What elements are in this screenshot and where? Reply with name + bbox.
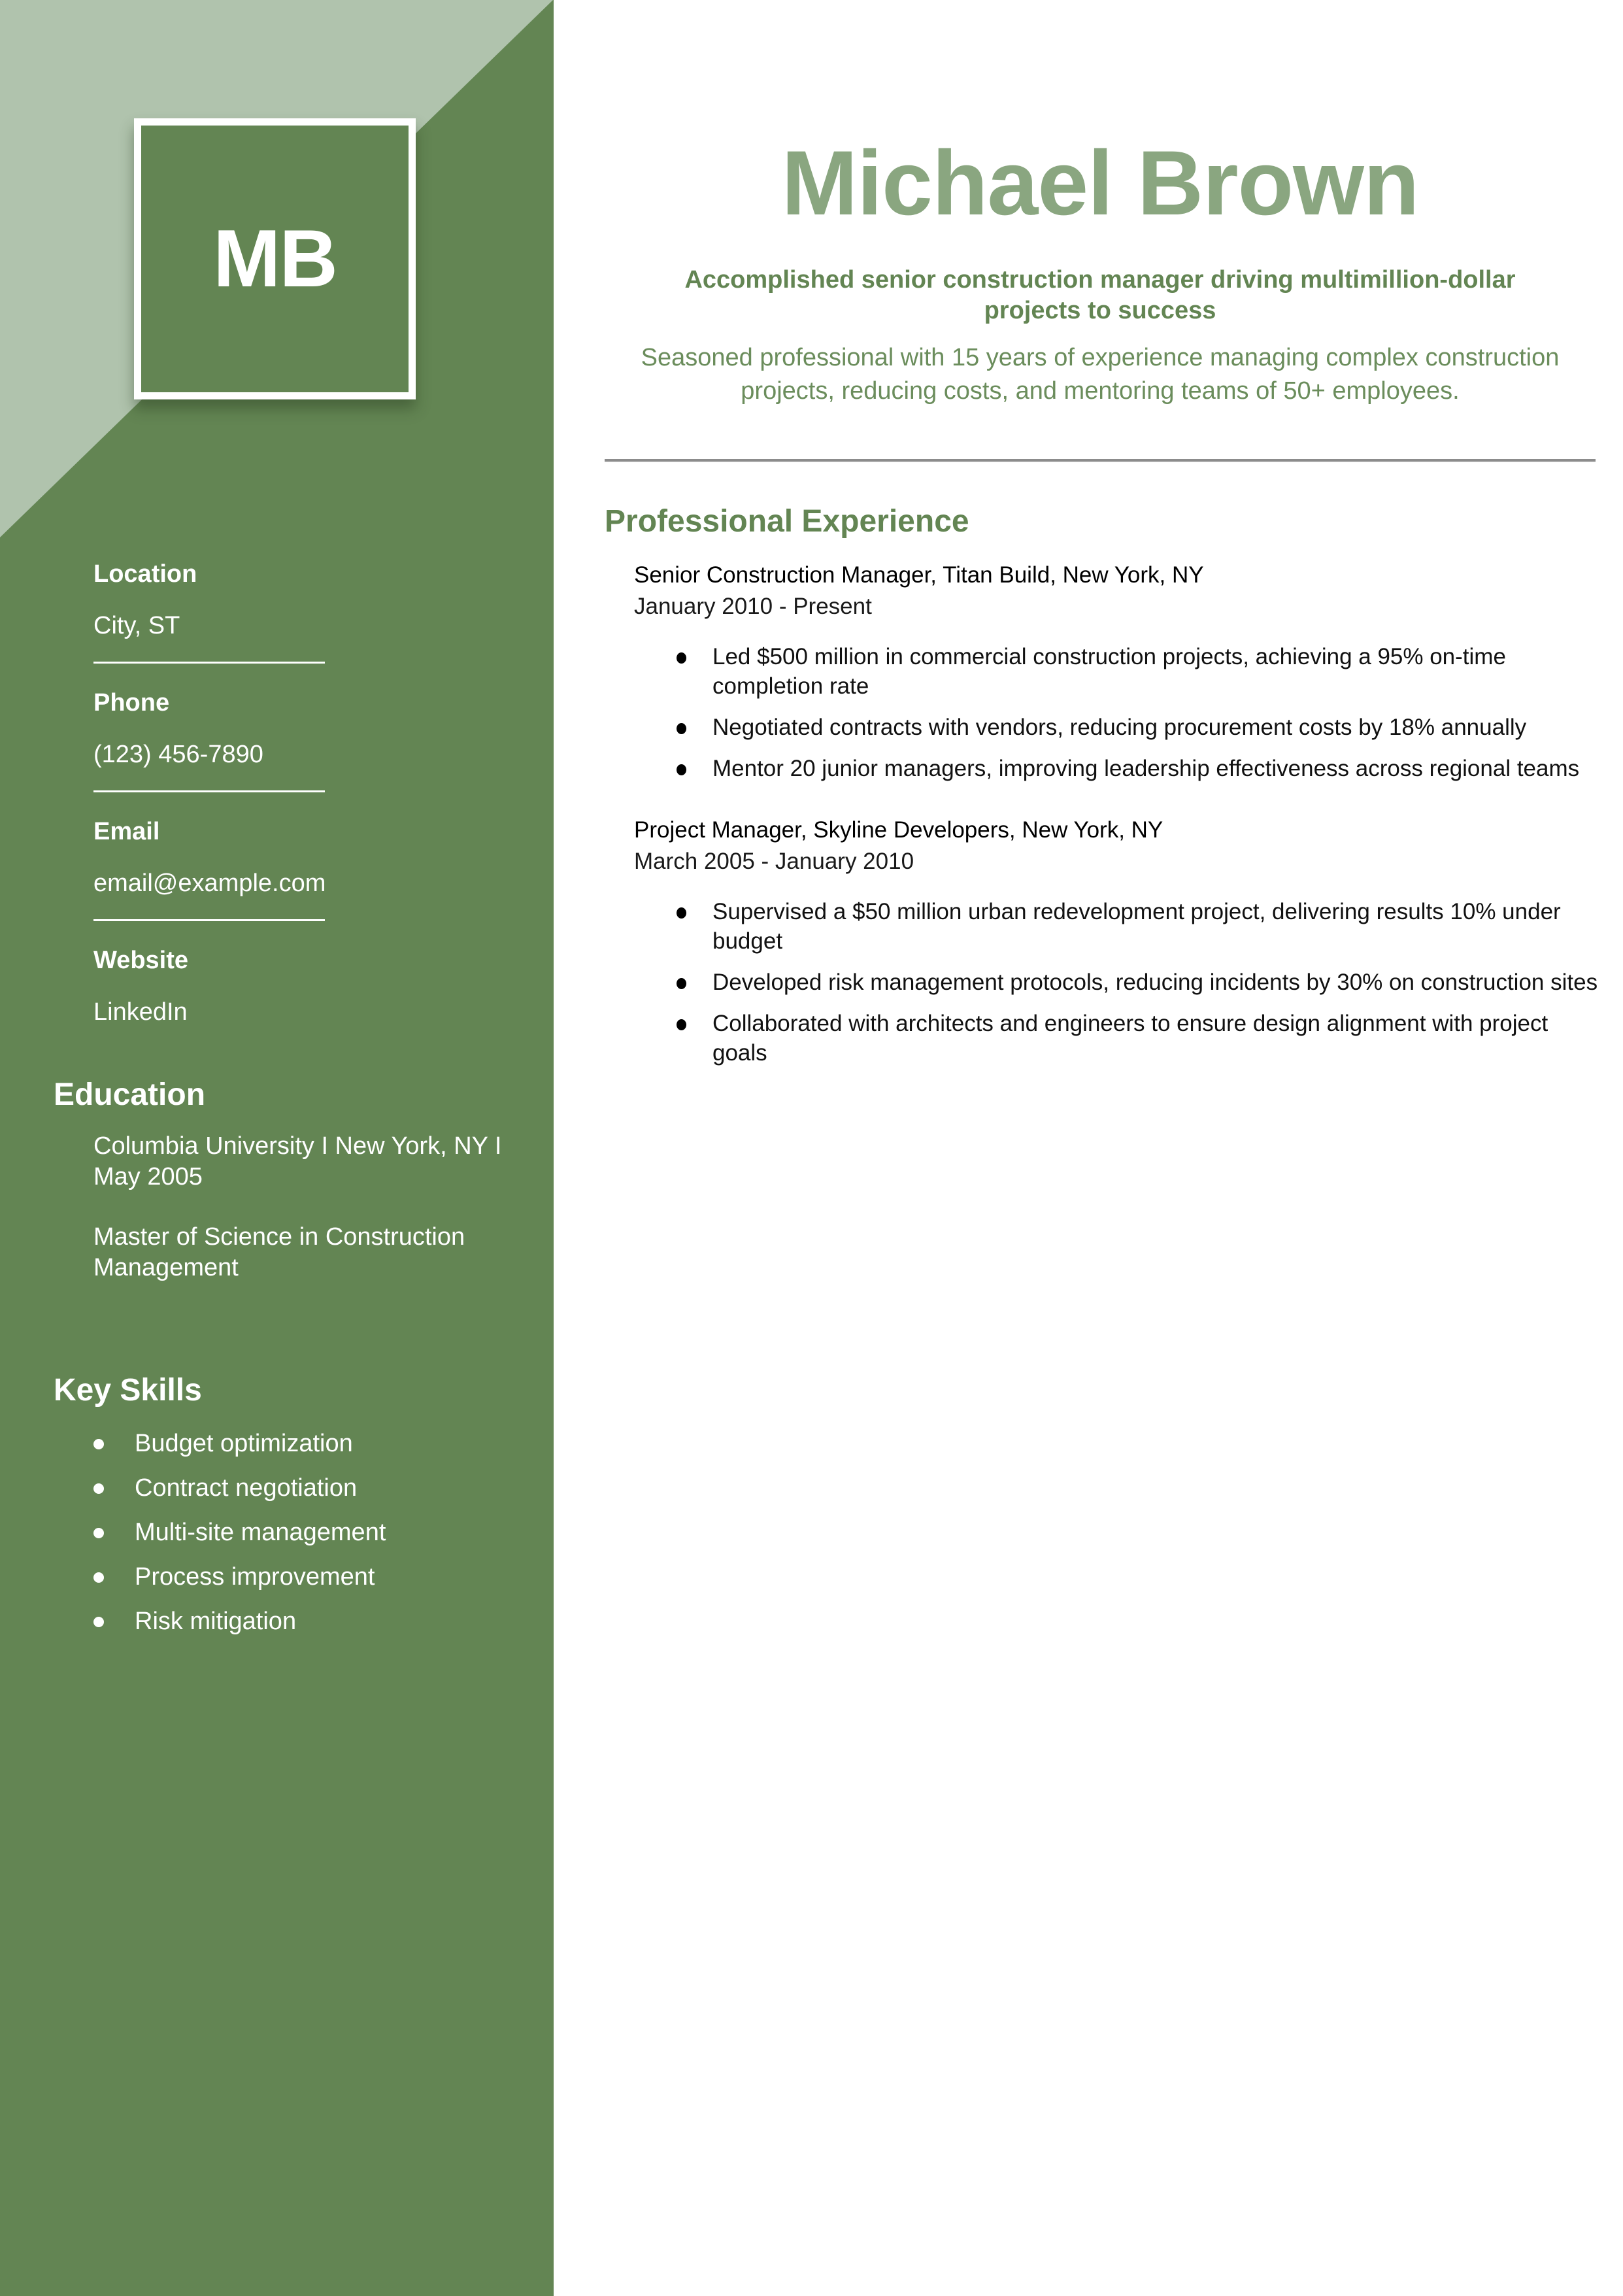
- contact-value: LinkedIn: [93, 998, 188, 1026]
- bullet-icon: [677, 1019, 686, 1030]
- contact-label: Email: [93, 818, 160, 845]
- bullet-icon: [93, 1439, 104, 1449]
- skill-item: Contract negotiation: [93, 1470, 386, 1514]
- skill-label: Risk mitigation: [135, 1608, 297, 1635]
- profile-summary: Seasoned professional with 15 years of e…: [641, 344, 1560, 405]
- skills-heading: Key Skills: [54, 1373, 202, 1408]
- education-heading: Education: [54, 1077, 206, 1112]
- bullet-icon: [93, 1572, 104, 1583]
- bullet-icon: [93, 1528, 104, 1538]
- job-bullet: Collaborated with architects and enginee…: [634, 1009, 1601, 1068]
- sidebar: MB Location City, ST Phone (123) 456-789…: [0, 0, 554, 2296]
- monogram-avatar: MB: [134, 118, 416, 399]
- contact-divider: [93, 662, 325, 664]
- bullet-icon: [677, 907, 686, 919]
- contact-label: Website: [93, 947, 189, 974]
- contact-label: Location: [93, 560, 197, 588]
- skill-item: Multi-site management: [93, 1514, 386, 1559]
- job-bullet: Developed risk management protocols, red…: [634, 968, 1601, 997]
- contact-label: Phone: [93, 689, 170, 717]
- bullet-text: Developed risk management protocols, red…: [712, 970, 1598, 995]
- contact-value: City, ST: [93, 612, 180, 639]
- bullet-text: Supervised a $50 million urban redevelop…: [712, 899, 1561, 954]
- skill-item: Budget optimization: [93, 1425, 386, 1470]
- contact-value: email@example.com: [93, 869, 326, 897]
- education-degree: Master of Science in Construction Manage…: [93, 1223, 465, 1281]
- bullet-icon: [677, 978, 686, 989]
- skill-label: Budget optimization: [135, 1430, 353, 1457]
- bullet-text: Mentor 20 junior managers, improving lea…: [712, 756, 1580, 781]
- monogram-initials: MB: [213, 214, 338, 304]
- bullet-text: Collaborated with architects and enginee…: [712, 1011, 1548, 1066]
- bullet-text: Negotiated contracts with vendors, reduc…: [712, 715, 1527, 740]
- contact-email: Email email@example.com: [93, 815, 326, 921]
- experience-section: Senior Construction Manager, Titan Build…: [634, 560, 1601, 1099]
- contact-location: Location City, ST: [93, 557, 325, 664]
- bullet-icon: [93, 1617, 104, 1627]
- job-dates: January 2010 - Present: [634, 594, 872, 619]
- bullet-icon: [677, 764, 686, 775]
- contact-divider: [93, 790, 325, 792]
- job-bullet: Led $500 million in commercial construct…: [634, 642, 1601, 701]
- contact-divider: [93, 919, 325, 921]
- bullet-text: Led $500 million in commercial construct…: [712, 644, 1506, 699]
- skill-item: Process improvement: [93, 1559, 386, 1603]
- job-bullets: Supervised a $50 million urban redevelop…: [634, 897, 1601, 1068]
- job-title: Senior Construction Manager, Titan Build…: [634, 562, 1204, 588]
- skills-list: Budget optimization Contract negotiation…: [93, 1425, 386, 1647]
- job-dates: March 2005 - January 2010: [634, 849, 914, 874]
- skill-item: Risk mitigation: [93, 1603, 386, 1647]
- job-entry: Project Manager, Skyline Developers, New…: [634, 815, 1601, 1068]
- contact-value: (123) 456-7890: [93, 741, 263, 768]
- job-bullet: Supervised a $50 million urban redevelop…: [634, 897, 1601, 956]
- candidate-name: Michael Brown: [781, 131, 1420, 234]
- skill-label: Contract negotiation: [135, 1474, 358, 1502]
- header-divider: [605, 459, 1596, 462]
- headline-tagline: Accomplished senior construction manager…: [684, 266, 1516, 324]
- job-title: Project Manager, Skyline Developers, New…: [634, 817, 1163, 843]
- education-school: Columbia University I New York, NY I May…: [93, 1132, 502, 1190]
- contact-website: Website LinkedIn: [93, 943, 325, 1029]
- job-entry: Senior Construction Manager, Titan Build…: [634, 560, 1601, 783]
- contact-section: Location City, ST Phone (123) 456-7890 E…: [93, 557, 486, 1029]
- experience-heading: Professional Experience: [605, 504, 969, 539]
- bullet-icon: [677, 652, 686, 664]
- skill-label: Multi-site management: [135, 1519, 386, 1546]
- job-bullets: Led $500 million in commercial construct…: [634, 642, 1601, 783]
- skill-label: Process improvement: [135, 1563, 375, 1591]
- bullet-icon: [93, 1483, 104, 1494]
- job-bullet: Mentor 20 junior managers, improving lea…: [634, 754, 1601, 783]
- job-bullet: Negotiated contracts with vendors, reduc…: [634, 713, 1601, 742]
- main-content: Michael Brown Accomplished senior constr…: [554, 0, 1623, 2296]
- contact-phone: Phone (123) 456-7890: [93, 686, 325, 792]
- bullet-icon: [677, 723, 686, 734]
- education-section: Columbia University I New York, NY I May…: [93, 1131, 518, 1283]
